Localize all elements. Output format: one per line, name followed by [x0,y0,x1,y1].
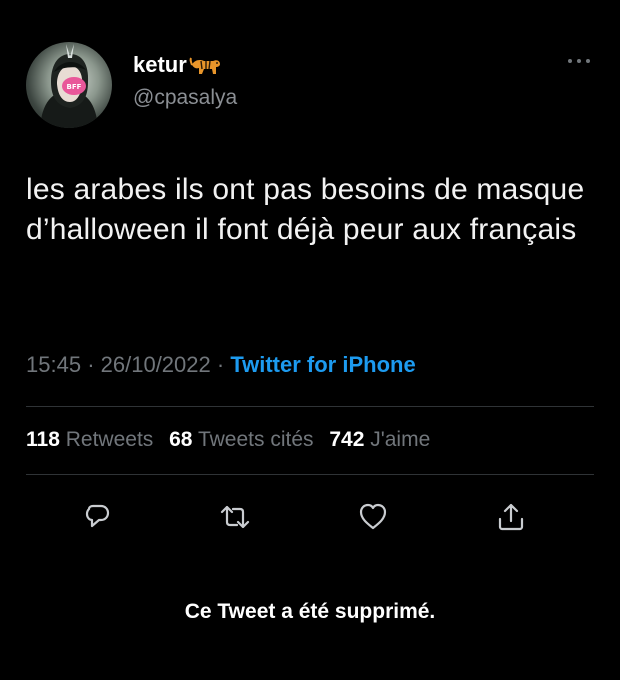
likes-stat[interactable]: 742 J'aime [329,428,440,451]
tweet-actions [0,500,620,534]
reply-button[interactable] [80,500,114,534]
avatar[interactable]: BFF [26,42,112,128]
like-button[interactable] [356,500,390,534]
tweet-source[interactable]: Twitter for iPhone [230,352,415,377]
avatar-badge-text: BFF [67,83,82,91]
share-icon [498,503,524,531]
like-icon [359,503,387,530]
deleted-notice: Ce Tweet a été supprimé. [184,600,436,623]
tweet-detail: BFF ketur @cpasalya les arabes ils ont p… [0,0,620,680]
likes-count: 742 [329,428,365,451]
share-button[interactable] [494,500,528,534]
divider [26,474,594,475]
divider [26,406,594,407]
meta-separator: · [87,352,95,377]
more-options-icon[interactable] [566,56,592,66]
avatar-image: BFF [40,44,98,128]
tweet-meta: 15:45 · 26/10/2022 · Twitter for iPhone [26,352,416,378]
quotes-label: Tweets cités [197,428,314,451]
meta-separator: · [216,352,225,377]
quotes-stat[interactable]: 68 Tweets cités [169,428,323,451]
reply-icon [85,504,110,528]
author-handle[interactable]: @cpasalya [133,86,237,110]
tweet-time[interactable]: 15:45 [26,352,81,377]
retweet-button[interactable] [218,500,252,534]
author-name-row: ketur [133,52,223,78]
retweets-count: 118 [26,428,60,451]
tweet-date[interactable]: 26/10/2022 [101,352,211,377]
tweet-stats: 118 Retweets 68 Tweets cités 742 J'aime [26,428,440,452]
tweet-text: les arabes ils ont pas besoins de masque… [26,173,585,246]
author-display-name[interactable]: ketur [133,52,187,78]
quotes-count: 68 [169,428,193,451]
retweet-icon [220,505,250,529]
retweets-stat[interactable]: 118 Retweets [26,428,163,451]
likes-label: J'aime [370,428,431,451]
retweets-label: Retweets [65,428,154,451]
tiger-icon [189,57,220,74]
